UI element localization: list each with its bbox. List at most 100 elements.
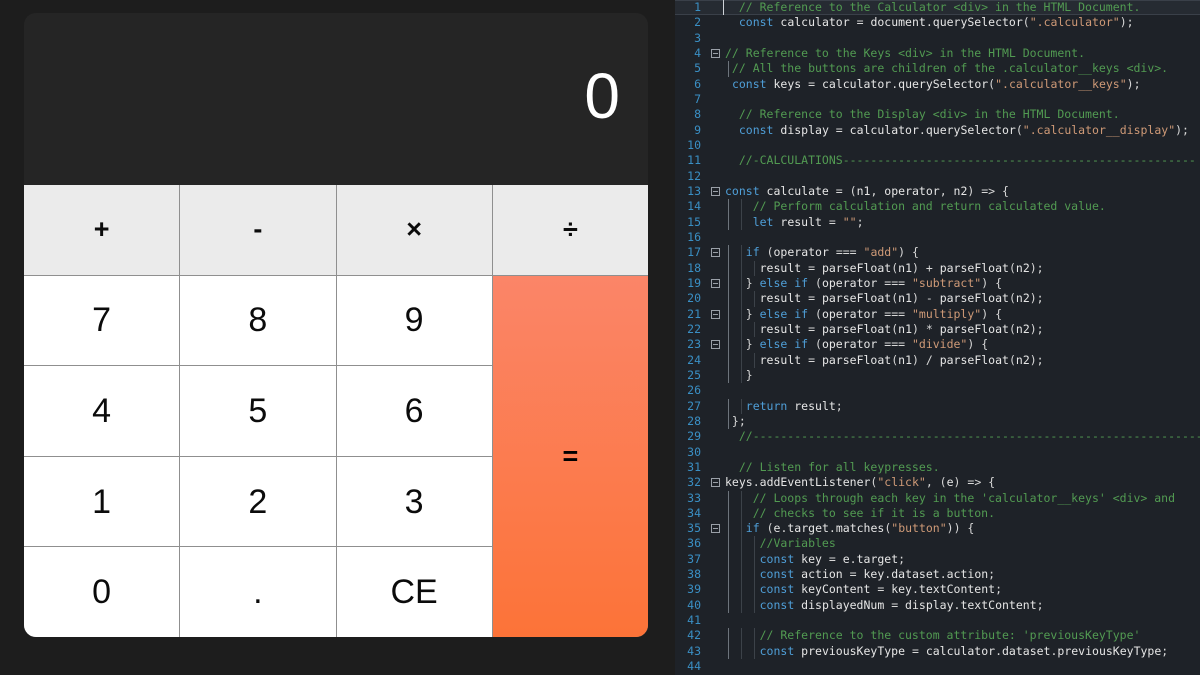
code-line[interactable]: 25 } [675, 367, 1200, 384]
code-line[interactable]: 14 // Perform calculation and return cal… [675, 199, 1200, 215]
code-line[interactable]: 33 // Loops through each key in the 'cal… [675, 490, 1200, 506]
code-line[interactable]: 24 result = parseFloat(n1) / parseFloat(… [675, 352, 1200, 368]
code-line[interactable]: 21 } else if (operator === "multiply") { [675, 306, 1200, 322]
calc-key-7[interactable]: 7 [24, 275, 180, 366]
calc-key-1[interactable]: 1 [24, 456, 180, 547]
code-line[interactable]: 4 // Reference to the Keys <div> in the H… [675, 46, 1200, 61]
code-line[interactable]: 9 const display = calculator.querySelect… [675, 123, 1200, 138]
calculator-keys: + - × ÷ 7 8 9 = 4 5 6 1 2 3 0. CE [24, 185, 648, 637]
line-number: 4 [694, 45, 701, 60]
code-text: const calculate = (n1, operator, n2) => … [723, 184, 1200, 199]
code-token: // Reference to the Keys <div> in the HT… [725, 45, 1086, 60]
code-line[interactable]: 15 let result = ""; [675, 214, 1200, 230]
line-number: 41 [687, 613, 701, 628]
code-line[interactable]: 40 const displayedNum = display.textCont… [675, 597, 1200, 614]
code-line[interactable]: 27 return result; [675, 398, 1200, 414]
code-token: n2 [1015, 291, 1030, 306]
code-token: keyContent [794, 582, 878, 597]
code-token: === [877, 337, 912, 352]
code-token: "add" [863, 245, 899, 260]
code-line[interactable]: 37 const key = e.target; [675, 551, 1200, 568]
code-line[interactable]: 39 const keyContent = key.textContent; [675, 582, 1200, 598]
code-line[interactable]: 1 // Reference to the Calculator <div> i… [675, 0, 1200, 16]
code-line[interactable]: 28 }; [675, 413, 1200, 430]
calc-key-4[interactable]: 4 [24, 366, 180, 456]
code-line[interactable]: 7 [675, 92, 1200, 107]
calc-key-decimal[interactable]: . [180, 547, 336, 637]
code-line[interactable]: 29 //-----------------------------------… [675, 429, 1200, 444]
indent-guide [728, 413, 729, 430]
indent-guide [741, 337, 742, 353]
code-line[interactable]: 30 [675, 445, 1200, 460]
code-text: // All the buttons are children of the .… [723, 61, 1200, 77]
code-line[interactable]: 22 result = parseFloat(n1) * parseFloat(… [675, 321, 1200, 338]
code-text: // Reference to the Display <div> in the… [723, 107, 1200, 122]
code-line[interactable]: 17 if (operator === "add") { [675, 245, 1200, 261]
calc-key-divide[interactable]: ÷ [492, 185, 648, 275]
calc-key-0[interactable]: 0 [24, 547, 180, 637]
code-line[interactable]: 11 //-CALCULATIONS----------------------… [675, 153, 1200, 168]
indent-guide [754, 291, 755, 307]
code-text: // checks to see if it is a button. [723, 505, 1200, 522]
code-line[interactable]: 16 [675, 230, 1200, 245]
code-line[interactable]: 31 // Listen for all keypresses. [675, 460, 1200, 475]
calc-key-add[interactable]: + [24, 185, 180, 275]
code-line[interactable]: 8 // Reference to the Display <div> in t… [675, 107, 1200, 122]
line-number: 19 [687, 275, 701, 290]
code-line[interactable]: 32 keys.addEventListener("click", (e) => … [675, 475, 1200, 490]
code-token: ( [808, 306, 822, 321]
code-line[interactable]: 5 // All the buttons are children of the… [675, 61, 1200, 77]
code-text: const calculator = document.querySelecto… [723, 15, 1200, 30]
indent-guide [728, 306, 729, 322]
calc-key-8[interactable]: 8 [180, 275, 336, 366]
line-number: 14 [687, 199, 701, 214]
code-line[interactable]: 18 result = parseFloat(n1) + parseFloat(… [675, 260, 1200, 276]
code-token: key [794, 551, 829, 566]
calc-key-3[interactable]: 3 [336, 456, 492, 547]
code-token: n1 [898, 321, 912, 336]
code-line[interactable]: 38 const action = key.dataset.action; [675, 567, 1200, 583]
line-number: 27 [687, 398, 701, 413]
code-line[interactable]: 2 const calculator = document.querySelec… [675, 15, 1200, 30]
calc-key-equals[interactable]: = [492, 275, 648, 637]
line-number: 44 [687, 659, 701, 674]
line-number: 42 [687, 628, 701, 643]
calc-key-2[interactable]: 2 [180, 456, 336, 547]
calc-key-9[interactable]: 9 [336, 275, 492, 366]
code-text: // Reference to the Keys <div> in the HT… [723, 46, 1200, 61]
code-line[interactable]: 10 [675, 138, 1200, 153]
code-line[interactable]: 35 if (e.target.matches("button")) { [675, 521, 1200, 537]
calc-key-6[interactable]: 6 [336, 366, 492, 456]
calc-key-subtract[interactable]: - [180, 185, 336, 275]
code-line[interactable]: 19 } else if (operator === "subtract") { [675, 275, 1200, 292]
code-line[interactable]: 36 //Variables [675, 536, 1200, 552]
code-line[interactable]: 34 // checks to see if it is a button. [675, 505, 1200, 522]
code-line[interactable]: 43 const previousKeyType = calculator.da… [675, 643, 1200, 660]
code-token: const [725, 183, 760, 198]
code-token: result [759, 321, 809, 336]
calc-key-clear[interactable]: CE [336, 547, 492, 637]
calc-key-multiply[interactable]: × [336, 185, 492, 275]
code-line[interactable]: 41 [675, 613, 1200, 628]
calculator-display: 0 [24, 13, 648, 185]
code-line[interactable]: 44 [675, 659, 1200, 674]
code-line[interactable]: 12 [675, 169, 1200, 184]
code-editor-pane[interactable]: 1 // Reference to the Calculator <div> i… [675, 0, 1200, 675]
code-line[interactable]: 3 [675, 31, 1200, 46]
line-number: 6 [694, 76, 701, 91]
code-line[interactable]: 42 // Reference to the custom attribute:… [675, 628, 1200, 644]
line-number: 11 [687, 153, 701, 168]
code-line[interactable]: 6 const keys = calculator.querySelector(… [675, 77, 1200, 92]
code-token: ( [1008, 352, 1016, 367]
calc-key-5[interactable]: 5 [180, 366, 336, 456]
code-text: const displayedNum = display.textContent… [723, 597, 1200, 614]
code-line[interactable]: 13 const calculate = (n1, operator, n2) =… [675, 184, 1200, 199]
code-line[interactable]: 26 [675, 383, 1200, 398]
indent-guide [728, 597, 729, 614]
code-token: ) => { [953, 475, 996, 490]
code-token: operator [821, 337, 878, 352]
code-token: ) { [898, 245, 919, 260]
code-line[interactable]: 23 } else if (operator === "divide") { [675, 337, 1200, 353]
code-token: = [808, 76, 822, 91]
code-line[interactable]: 20 result = parseFloat(n1) - parseFloat(… [675, 291, 1200, 307]
